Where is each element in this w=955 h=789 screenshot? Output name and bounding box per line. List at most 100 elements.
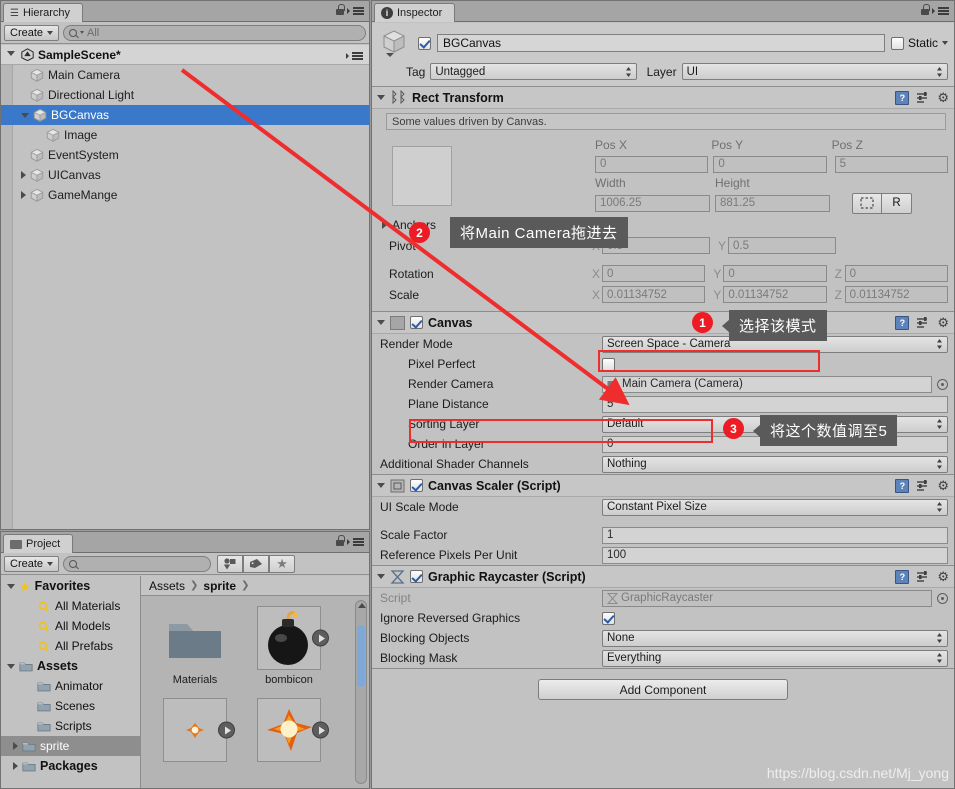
filter-by-type-icon[interactable] bbox=[217, 554, 244, 573]
object-picker-icon[interactable] bbox=[937, 378, 948, 390]
project-search-input[interactable] bbox=[63, 555, 212, 572]
preset-icon[interactable] bbox=[916, 570, 930, 583]
chevron-down-icon[interactable] bbox=[7, 583, 15, 589]
breadcrumb-item-sprite[interactable]: sprite bbox=[203, 579, 236, 593]
rotation-x-field[interactable]: 0 bbox=[602, 265, 706, 282]
checkbox-pixel-perfect[interactable] bbox=[602, 357, 615, 371]
asset-cell[interactable] bbox=[159, 698, 235, 766]
breadcrumb-item-assets[interactable]: Assets bbox=[149, 579, 185, 593]
project-tree-item-favorites[interactable]: ★ Favorites bbox=[1, 576, 140, 596]
hierarchy-scene-row[interactable]: SampleScene* bbox=[1, 45, 369, 65]
chevron-down-icon[interactable] bbox=[377, 95, 385, 100]
favorite-star-icon[interactable]: ★ bbox=[269, 554, 296, 573]
chevron-right-icon[interactable] bbox=[13, 742, 18, 750]
graphic-raycaster-enabled-checkbox[interactable] bbox=[410, 570, 423, 583]
panel-menu-icon[interactable] bbox=[347, 536, 365, 546]
filter-by-label-icon[interactable] bbox=[243, 554, 270, 573]
text-field-plane-distance[interactable]: 5 bbox=[602, 395, 948, 413]
text-field-reference-pixels-per-unit[interactable]: 100 bbox=[602, 546, 948, 564]
project-tree-item-animator[interactable]: Animator bbox=[1, 676, 140, 696]
project-tree-item-all-models[interactable]: All Models bbox=[1, 616, 140, 636]
chevron-down-icon[interactable] bbox=[7, 663, 15, 669]
preset-icon[interactable] bbox=[916, 316, 930, 329]
height-field[interactable]: 881.25 bbox=[715, 194, 830, 212]
chevron-right-icon[interactable] bbox=[21, 191, 26, 199]
layer-dropdown[interactable]: UI bbox=[681, 63, 948, 80]
object-field-render-camera[interactable]: Main Camera (Camera) bbox=[602, 375, 932, 393]
pivot-y-field[interactable]: 0.5 bbox=[728, 237, 836, 254]
checkbox-ignore-reversed-graphics[interactable] bbox=[602, 611, 615, 625]
gear-icon[interactable]: ⚙ bbox=[937, 479, 949, 492]
project-tree-item-all-prefabs[interactable]: All Prefabs bbox=[1, 636, 140, 656]
play-badge-icon[interactable] bbox=[312, 721, 329, 739]
anchor-snap-button[interactable] bbox=[852, 192, 882, 214]
text-field-scale-factor[interactable]: 1 bbox=[602, 526, 948, 544]
pos-x-field[interactable]: 0 bbox=[595, 155, 709, 173]
hierarchy-item-uicanvas[interactable]: UICanvas bbox=[1, 165, 369, 185]
chevron-down-icon[interactable] bbox=[7, 51, 15, 56]
tab-hierarchy[interactable]: ☰ Hierarchy bbox=[3, 3, 84, 22]
asset-cell[interactable]: Materials bbox=[159, 606, 231, 686]
tab-inspector[interactable]: i Inspector bbox=[374, 3, 456, 22]
help-icon[interactable]: ? bbox=[895, 315, 910, 330]
lock-icon[interactable] bbox=[920, 4, 930, 16]
scale-y-field[interactable]: 0.01134752 bbox=[723, 286, 827, 303]
chevron-right-icon[interactable] bbox=[13, 762, 18, 770]
dropdown-additional-shader-channels[interactable]: Nothing bbox=[602, 455, 948, 473]
rotation-z-field[interactable]: 0 bbox=[844, 265, 948, 282]
asset-cell[interactable] bbox=[253, 698, 329, 766]
hierarchy-item-eventsystem[interactable]: EventSystem bbox=[1, 145, 369, 165]
canvas-header[interactable]: Canvas ? ⚙ bbox=[372, 312, 954, 334]
tab-project[interactable]: Project bbox=[3, 534, 74, 553]
scale-x-field[interactable]: 0.01134752 bbox=[602, 286, 706, 303]
chevron-down-icon[interactable] bbox=[21, 112, 29, 118]
preset-icon[interactable] bbox=[916, 91, 930, 104]
panel-menu-icon[interactable] bbox=[347, 5, 365, 15]
hierarchy-item-main-camera[interactable]: Main Camera bbox=[1, 65, 369, 85]
object-field-script[interactable]: GraphicRaycaster bbox=[602, 589, 932, 607]
preset-icon[interactable] bbox=[916, 479, 930, 492]
hierarchy-item-gamemange[interactable]: GameMange bbox=[1, 185, 369, 205]
asset-cell[interactable]: bombicon bbox=[253, 606, 329, 686]
project-tree-item-packages[interactable]: Packages bbox=[1, 756, 140, 776]
object-picker-icon[interactable] bbox=[937, 592, 948, 604]
static-group[interactable]: Static bbox=[890, 36, 948, 50]
project-tree-item-assets[interactable]: Assets bbox=[1, 656, 140, 676]
chevron-down-icon[interactable] bbox=[377, 574, 385, 579]
project-tree-item-scripts[interactable]: Scripts bbox=[1, 716, 140, 736]
help-icon[interactable]: ? bbox=[895, 478, 910, 493]
gear-icon[interactable]: ⚙ bbox=[937, 91, 949, 104]
chevron-down-icon[interactable] bbox=[377, 320, 385, 325]
gear-icon[interactable]: ⚙ bbox=[937, 570, 949, 583]
chevron-right-icon[interactable] bbox=[21, 171, 26, 179]
project-scrollbar[interactable] bbox=[355, 600, 367, 784]
project-tree-item-scenes[interactable]: Scenes bbox=[1, 696, 140, 716]
tag-dropdown[interactable]: Untagged bbox=[430, 63, 637, 80]
gameobject-name-field[interactable]: BGCanvas bbox=[437, 34, 885, 52]
rect-transform-header[interactable]: Rect Transform ? ⚙ bbox=[372, 87, 954, 109]
graphic-raycaster-header[interactable]: Graphic Raycaster (Script) ? ⚙ bbox=[372, 566, 954, 588]
gameobject-enabled-checkbox[interactable] bbox=[418, 36, 431, 50]
dropdown-blocking-mask[interactable]: Everything bbox=[602, 649, 948, 667]
project-tree-item-sprite[interactable]: sprite bbox=[1, 736, 140, 756]
canvas-enabled-checkbox[interactable] bbox=[410, 316, 423, 329]
canvas-scaler-enabled-checkbox[interactable] bbox=[410, 479, 423, 492]
lock-icon[interactable] bbox=[335, 535, 345, 547]
pos-y-field[interactable]: 0 bbox=[713, 155, 827, 173]
static-checkbox[interactable] bbox=[890, 36, 904, 50]
scrollbar-thumb[interactable] bbox=[357, 625, 365, 687]
dropdown-blocking-objects[interactable]: None bbox=[602, 629, 948, 647]
panel-menu-icon[interactable] bbox=[932, 5, 950, 15]
canvas-scaler-header[interactable]: Canvas Scaler (Script) ? ⚙ bbox=[372, 475, 954, 497]
hierarchy-create-button[interactable]: Create bbox=[4, 24, 60, 41]
hierarchy-item-directional-light[interactable]: Directional Light bbox=[1, 85, 369, 105]
help-icon[interactable]: ? bbox=[895, 90, 910, 105]
hierarchy-item-image[interactable]: Image bbox=[1, 125, 369, 145]
gear-icon[interactable]: ⚙ bbox=[937, 316, 949, 329]
add-component-button[interactable]: Add Component bbox=[538, 679, 788, 700]
help-icon[interactable]: ? bbox=[895, 569, 910, 584]
chevron-down-icon[interactable] bbox=[377, 483, 385, 488]
scroll-up-icon[interactable] bbox=[358, 603, 366, 608]
play-badge-icon[interactable] bbox=[218, 721, 235, 739]
dropdown-ui-scale-mode[interactable]: Constant Pixel Size bbox=[602, 498, 948, 516]
